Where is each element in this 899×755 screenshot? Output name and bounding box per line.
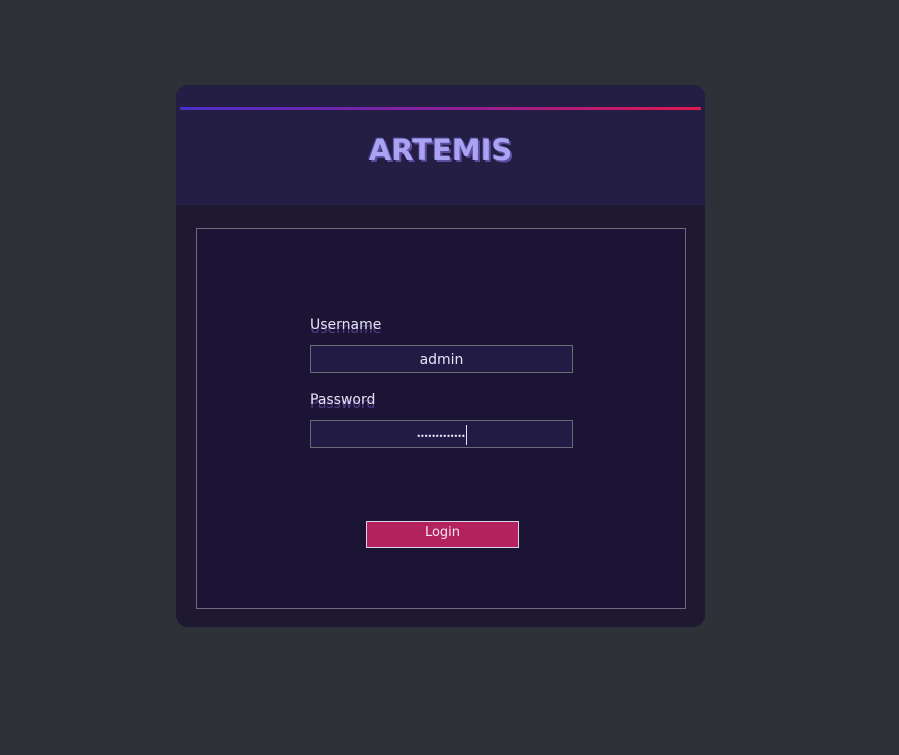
- login-button[interactable]: Login: [366, 521, 519, 548]
- password-label: Password: [310, 392, 376, 408]
- username-value: admin: [419, 352, 464, 368]
- login-form-panel: Username admin Password ••••••••••••• Lo…: [196, 228, 686, 609]
- username-input[interactable]: admin: [310, 345, 573, 373]
- password-input[interactable]: •••••••••••••: [310, 420, 573, 448]
- text-caret: [465, 425, 467, 445]
- password-masked-value: •••••••••••••: [416, 432, 465, 441]
- app-title: ARTEMIS: [368, 133, 513, 167]
- username-label: Username: [310, 317, 382, 333]
- login-header: ARTEMIS: [176, 85, 705, 205]
- accent-line: [180, 107, 701, 110]
- login-card: ARTEMIS Username admin Password ••••••••…: [176, 85, 705, 627]
